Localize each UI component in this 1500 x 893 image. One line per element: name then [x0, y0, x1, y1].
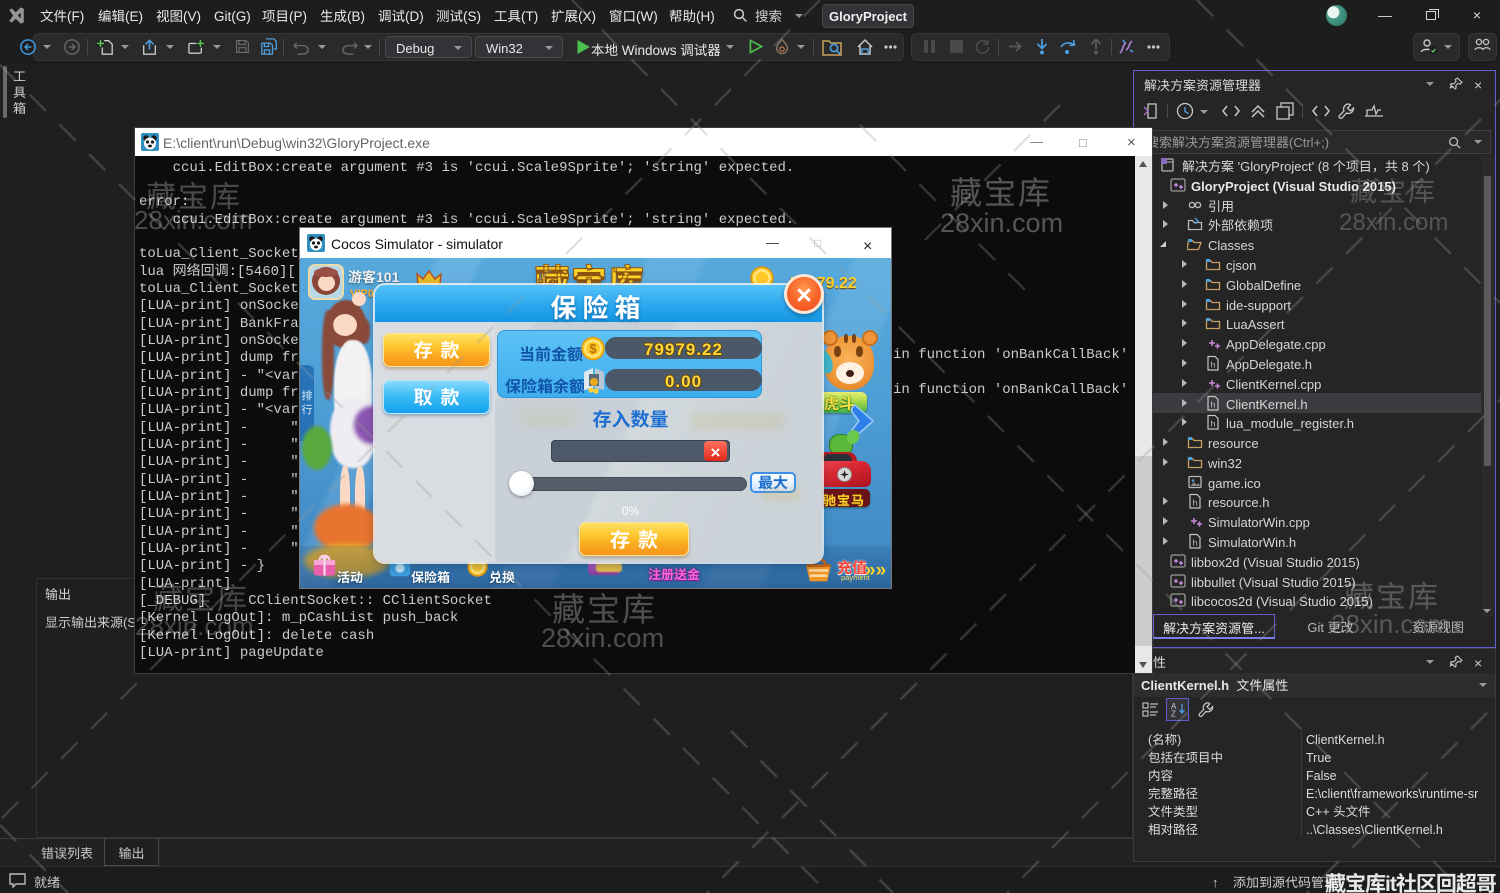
svg-text:h: h	[1193, 538, 1198, 548]
svg-text:h: h	[1211, 359, 1216, 369]
svg-text:h: h	[1211, 419, 1216, 429]
svg-text:h: h	[1193, 498, 1198, 508]
svg-text:h: h	[1211, 399, 1216, 409]
svg-text:Z: Z	[1171, 710, 1176, 718]
svg-text:$: $	[589, 341, 596, 356]
